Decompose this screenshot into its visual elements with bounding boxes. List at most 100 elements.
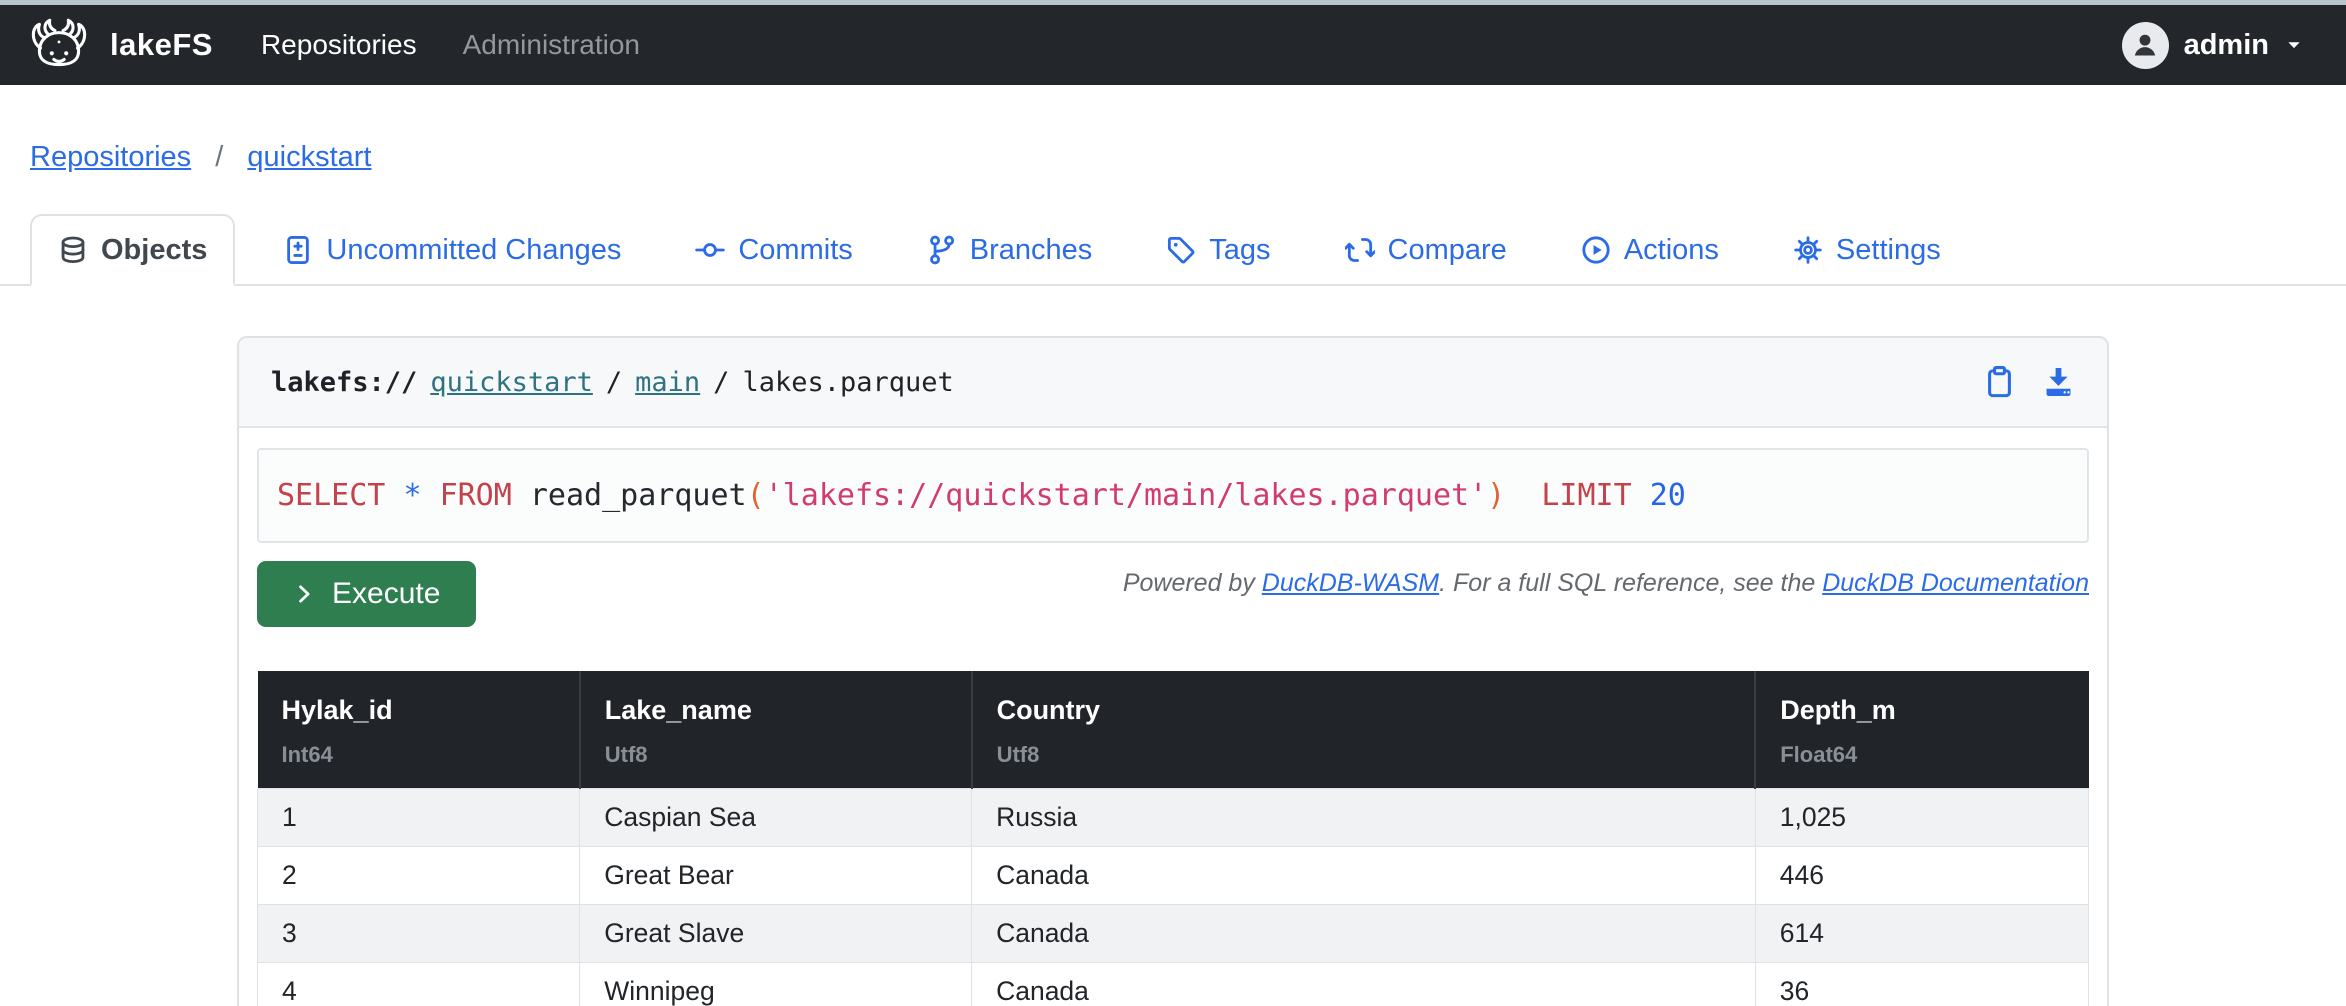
object-viewer-card: lakefs:// quickstart / main / lakes.parq…	[237, 336, 2109, 1006]
object-path: lakefs:// quickstart / main / lakes.parq…	[271, 367, 954, 398]
object-path-header: lakefs:// quickstart / main / lakes.parq…	[239, 338, 2107, 428]
column-header-hylak_id: Hylak_id Int64	[258, 671, 580, 789]
lakefs-axolotl-logo-icon	[26, 17, 92, 73]
powered-by-note: Powered by DuckDB-WASM. For a full SQL r…	[1123, 561, 2089, 598]
chevron-right-icon	[293, 581, 315, 607]
results-table-head: Hylak_id Int64Lake_name Utf8Country Utf8…	[258, 671, 2089, 789]
table-cell: Canada	[972, 905, 1756, 963]
sql-token-number: 20	[1650, 478, 1686, 513]
table-cell: 3	[258, 905, 580, 963]
table-row: 3Great SlaveCanada614	[258, 905, 2089, 963]
execute-label: Execute	[332, 577, 440, 611]
sql-token-plain	[385, 478, 403, 513]
file-diff-icon	[283, 235, 313, 265]
table-row: 2Great BearCanada446	[258, 847, 2089, 905]
caret-down-icon	[2284, 35, 2304, 55]
table-cell: Caspian Sea	[580, 789, 972, 847]
column-type: Utf8	[605, 742, 947, 768]
table-cell: 614	[1755, 905, 2088, 963]
tab-tags[interactable]: Tags	[1140, 214, 1296, 286]
column-type: Float64	[1780, 742, 2064, 768]
tab-label: Objects	[101, 234, 207, 267]
sql-token-paren: (	[747, 478, 765, 513]
copy-uri-button[interactable]	[1983, 364, 2016, 400]
sql-token-plain	[422, 478, 440, 513]
table-cell: Canada	[972, 963, 1756, 1006]
powered-by-prefix: Powered by	[1123, 569, 1262, 597]
compare-icon	[1345, 235, 1375, 265]
tab-label: Compare	[1388, 234, 1507, 267]
powered-by-middle: . For a full SQL reference, see the	[1439, 569, 1822, 597]
table-cell: Russia	[972, 789, 1756, 847]
sql-token-keyword: FROM	[440, 478, 512, 513]
table-cell: 4	[258, 963, 580, 1006]
tab-uncommitted-changes[interactable]: Uncommitted Changes	[257, 214, 647, 286]
user-avatar	[2122, 22, 2169, 69]
sql-token-plain: read_parquet	[512, 478, 747, 513]
nav-item-administration[interactable]: Administration	[463, 29, 640, 61]
tab-actions[interactable]: Actions	[1555, 214, 1745, 286]
tab-settings[interactable]: Settings	[1767, 214, 1967, 286]
database-icon	[58, 235, 88, 265]
duckdb-wasm-link[interactable]: DuckDB-WASM	[1262, 569, 1439, 597]
main-nav: Repositories Administration	[261, 29, 640, 61]
tab-label: Actions	[1624, 234, 1719, 267]
tab-branches[interactable]: Branches	[901, 214, 1119, 286]
sql-token-plain	[1632, 478, 1650, 513]
path-separator: /	[713, 367, 729, 398]
results-table-body: 1Caspian SeaRussia1,0252Great BearCanada…	[258, 789, 2089, 1006]
breadcrumb-repositories-link[interactable]: Repositories	[30, 141, 191, 173]
nav-item-repositories[interactable]: Repositories	[261, 29, 417, 61]
breadcrumb-quickstart-link[interactable]: quickstart	[247, 141, 371, 173]
query-actions-row: Execute Powered by DuckDB-WASM. For a fu…	[257, 561, 2089, 627]
table-cell: 2	[258, 847, 580, 905]
column-name: Lake_name	[605, 695, 947, 726]
duckdb-docs-link[interactable]: DuckDB Documentation	[1822, 569, 2089, 597]
tab-commits[interactable]: Commits	[669, 214, 878, 286]
column-name: Country	[997, 695, 1731, 726]
table-cell: Winnipeg	[580, 963, 972, 1006]
duckdb-query-panel: SELECT * FROM read_parquet('lakefs://qui…	[239, 428, 2107, 1006]
tab-label: Uncommitted Changes	[326, 234, 621, 267]
gear-icon	[1793, 235, 1823, 265]
clipboard-icon	[1983, 364, 2016, 400]
column-name: Depth_m	[1780, 695, 2064, 726]
sql-token-plain	[1505, 478, 1541, 513]
column-name: Hylak_id	[282, 695, 555, 726]
table-row: 1Caspian SeaRussia1,025	[258, 789, 2089, 847]
column-type: Int64	[282, 742, 555, 768]
tab-label: Tags	[1209, 234, 1270, 267]
breadcrumb: Repositories / quickstart	[0, 85, 2346, 174]
breadcrumb-separator: /	[215, 141, 223, 173]
download-object-button[interactable]	[2042, 364, 2075, 400]
table-cell: Canada	[972, 847, 1756, 905]
commit-icon	[695, 235, 725, 265]
execute-button[interactable]: Execute	[257, 561, 476, 627]
table-row: 4WinnipegCanada36	[258, 963, 2089, 1006]
results-table: Hylak_id Int64Lake_name Utf8Country Utf8…	[257, 671, 2089, 1006]
sql-token-keyword: SELECT	[277, 478, 385, 513]
tab-compare[interactable]: Compare	[1319, 214, 1533, 286]
table-cell: 1	[258, 789, 580, 847]
column-header-lake_name: Lake_name Utf8	[580, 671, 972, 789]
tab-label: Settings	[1836, 234, 1941, 267]
path-branch-link[interactable]: main	[635, 367, 700, 398]
table-cell: Great Bear	[580, 847, 972, 905]
path-repo-link[interactable]: quickstart	[430, 367, 593, 398]
repository-tab-bar: Objects Uncommitted Changes Commits Branc…	[0, 214, 2346, 286]
column-header-country: Country Utf8	[972, 671, 1756, 789]
tab-objects[interactable]: Objects	[30, 214, 235, 286]
user-menu-trigger[interactable]: admin	[2122, 22, 2304, 69]
brand-home-link[interactable]: lakeFS	[26, 17, 213, 73]
sql-token-paren: )	[1487, 478, 1505, 513]
sql-token-operator: *	[403, 478, 421, 513]
tag-icon	[1166, 235, 1196, 265]
user-name: admin	[2184, 29, 2269, 62]
column-header-depth_m: Depth_m Float64	[1755, 671, 2088, 789]
query-results: Hylak_id Int64Lake_name Utf8Country Utf8…	[257, 671, 2089, 1006]
column-type: Utf8	[997, 742, 1731, 768]
sql-query-input[interactable]: SELECT * FROM read_parquet('lakefs://qui…	[257, 448, 2089, 543]
table-cell: 1,025	[1755, 789, 2088, 847]
brand-name: lakeFS	[110, 27, 213, 63]
play-circle-icon	[1581, 235, 1611, 265]
